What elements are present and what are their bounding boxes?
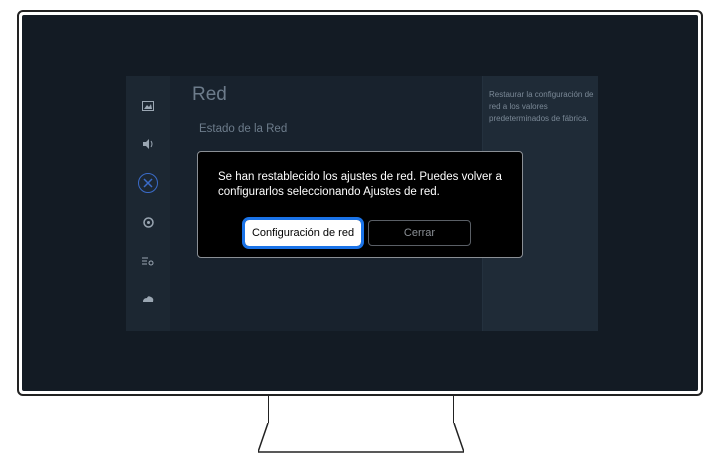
tv-stand-base — [258, 423, 464, 453]
general-icon[interactable] — [138, 251, 158, 271]
support-icon[interactable] — [138, 212, 158, 232]
help-text: Restaurar la configuración de red a los … — [489, 90, 594, 123]
page-title: Red — [192, 84, 227, 105]
close-button[interactable]: Cerrar — [368, 220, 471, 246]
network-status-item[interactable]: Estado de la Red — [199, 123, 287, 135]
dialog-message: Se han restablecido los ajustes de red. … — [218, 171, 502, 198]
picture-icon[interactable] — [138, 96, 158, 116]
settings-icon-rail — [126, 76, 170, 331]
care-icon[interactable] — [138, 290, 158, 310]
network-icon[interactable] — [138, 173, 158, 193]
tv-screen: Red Estado de la Red Restaurar la config… — [22, 15, 698, 391]
reset-confirmation-dialog: Se han restablecido los ajustes de red. … — [197, 151, 523, 258]
network-settings-button[interactable]: Configuración de red — [242, 217, 364, 249]
tv-stand-neck — [268, 396, 454, 424]
sound-icon[interactable] — [138, 134, 158, 154]
